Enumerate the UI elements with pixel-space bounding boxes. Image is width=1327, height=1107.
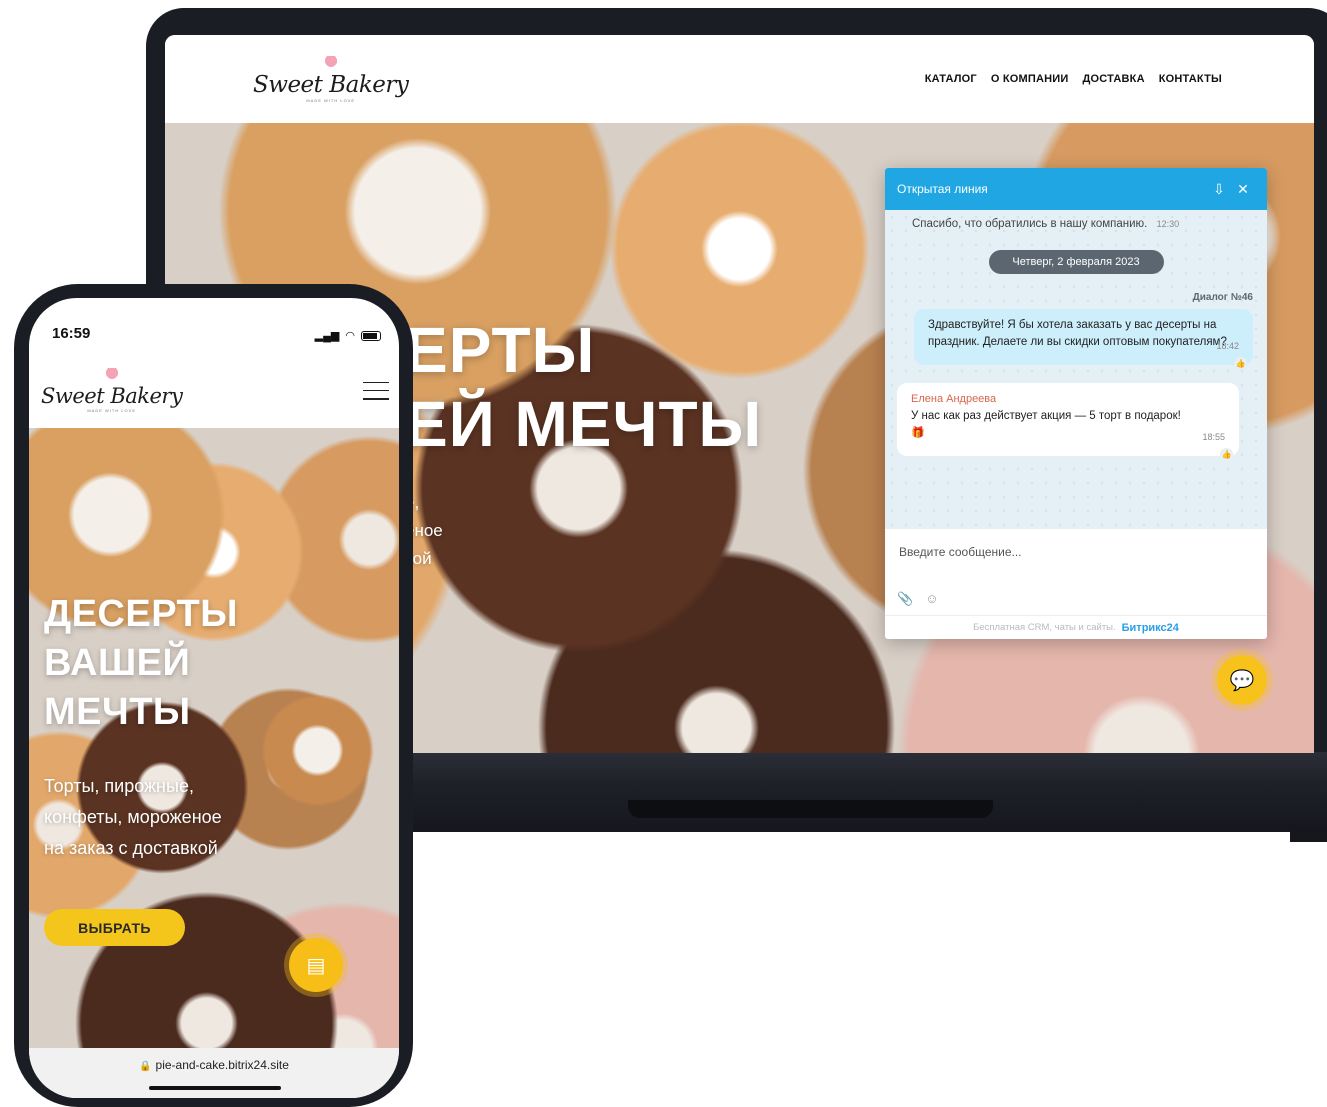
hero-subtitle-line: Торты, пирожные, bbox=[44, 776, 194, 796]
battery-icon bbox=[361, 330, 381, 341]
operator-name: Елена Андреева bbox=[911, 393, 997, 405]
address-bar[interactable]: 🔒 pie-and-cake.bitrix24.site bbox=[29, 1048, 399, 1098]
chat-footer: Бесплатная CRM, чаты и сайты. Битрикс24 bbox=[885, 615, 1267, 639]
client-message: Здравствуйте! Я бы хотела заказать у вас… bbox=[914, 309, 1253, 370]
laptop-notch bbox=[628, 800, 993, 818]
chat-title: Открытая линия bbox=[897, 182, 988, 196]
chat-bubbles-icon: 💬 bbox=[1229, 669, 1255, 692]
logo-tagline: MADE WITH LOVE bbox=[306, 97, 356, 103]
system-message: Спасибо, что обратились в нашу компанию.… bbox=[912, 218, 1253, 230]
logo-text: Sweet Bakery bbox=[41, 384, 183, 408]
chat-tools: 📎 ☺ bbox=[897, 591, 938, 607]
site-header: Sweet Bakery MADE WITH LOVE КАТАЛОГ О КО… bbox=[165, 35, 1314, 123]
choose-button[interactable]: ВЫБРАТЬ bbox=[44, 909, 185, 946]
message-input[interactable] bbox=[899, 545, 1253, 559]
chat-messages[interactable]: Спасибо, что обратились в нашу компанию.… bbox=[885, 210, 1267, 529]
nav-delivery[interactable]: ДОСТАВКА bbox=[1083, 73, 1145, 85]
client-message-text: Здравствуйте! Я бы хотела заказать у вас… bbox=[928, 319, 1227, 348]
operator-message-text: У нас как раз действует акция — 5 торт в… bbox=[911, 410, 1181, 422]
system-message-time: 12:30 bbox=[1156, 219, 1180, 229]
status-icons: ▂▄▆ ◠ bbox=[315, 329, 381, 342]
logo-tagline: MADE WITH LOVE bbox=[87, 408, 136, 413]
status-time: 16:59 bbox=[52, 325, 91, 342]
logo-text: Sweet Bakery bbox=[253, 71, 409, 98]
wifi-icon: ◠ bbox=[345, 330, 355, 342]
hero-title-line: МЕЧТЫ bbox=[44, 691, 191, 733]
system-message-text: Спасибо, что обратились в нашу компанию. bbox=[912, 218, 1148, 230]
download-icon[interactable]: ⇩ bbox=[1207, 181, 1231, 198]
hero-background: ДЕСЕРТЫ ВАШЕЙ МЕЧТЫ Торты, пирожные, кон… bbox=[29, 428, 399, 1048]
nav-catalog[interactable]: КАТАЛОГ bbox=[925, 73, 977, 85]
main-nav: КАТАЛОГ О КОМПАНИИ ДОСТАВКА КОНТАКТЫ bbox=[925, 73, 1222, 85]
bitrix24-logo[interactable]: Битрикс24 bbox=[1122, 622, 1179, 634]
chat-header: Открытая линия ⇩ ✕ bbox=[885, 168, 1267, 210]
operator-message: Елена Андреева У нас как раз действует а… bbox=[897, 383, 1239, 461]
hero-subtitle-line: на заказ с доставкой bbox=[44, 838, 218, 858]
operator-message-time: 18:55 bbox=[1202, 432, 1225, 442]
hero-title-line: ВАШЕЙ bbox=[44, 642, 191, 684]
client-message-time: 18:42 bbox=[1216, 341, 1239, 351]
chat-input-area: 📎 ☺ bbox=[885, 529, 1267, 615]
nav-contacts[interactable]: КОНТАКТЫ bbox=[1159, 73, 1222, 85]
chat-launcher-button[interactable]: ▤ bbox=[289, 938, 343, 992]
hero-title: ДЕСЕРТЫ ВАШЕЙ МЕЧТЫ bbox=[44, 590, 238, 737]
hero-title-line: ЕЙ МЕЧТЫ bbox=[405, 388, 763, 460]
nav-about[interactable]: О КОМПАНИИ bbox=[991, 73, 1069, 85]
site-logo[interactable]: Sweet Bakery MADE WITH LOVE bbox=[253, 55, 409, 103]
phone-screen: 16:59 ▂▄▆ ◠ Sweet Bakery MADE WITH LOVE … bbox=[29, 298, 399, 1098]
menu-icon[interactable] bbox=[363, 381, 389, 400]
cupcake-icon bbox=[105, 368, 118, 382]
laptop-foot bbox=[1290, 826, 1327, 842]
gift-icon: 🎁 bbox=[911, 427, 925, 439]
hero-title: ЕРТЫ ЕЙ МЕЧТЫ bbox=[405, 313, 762, 461]
emoji-icon[interactable]: ☺ bbox=[925, 591, 938, 607]
laptop-base bbox=[370, 752, 1327, 832]
home-indicator[interactable] bbox=[149, 1086, 281, 1090]
chat-launcher-button[interactable]: 💬 bbox=[1217, 655, 1267, 705]
like-icon[interactable]: 👍 bbox=[1234, 357, 1247, 370]
footer-text: Бесплатная CRM, чаты и сайты. bbox=[973, 622, 1116, 633]
document-icon: ▤ bbox=[306, 954, 326, 977]
phone-site-header: Sweet Bakery MADE WITH LOVE bbox=[29, 353, 399, 428]
date-separator: Четверг, 2 февраля 2023 bbox=[988, 250, 1164, 274]
open-line-chat-widget: Открытая линия ⇩ ✕ Спасибо, что обратили… bbox=[885, 168, 1267, 639]
close-icon[interactable]: ✕ bbox=[1231, 181, 1255, 198]
hero-subtitle-line: конфеты, мороженое bbox=[44, 807, 222, 827]
cupcake-icon bbox=[324, 55, 337, 70]
hero-subtitle: Торты, пирожные, конфеты, мороженое на з… bbox=[44, 771, 222, 864]
status-bar: 16:59 ▂▄▆ ◠ bbox=[29, 298, 399, 348]
like-icon[interactable]: 👍 bbox=[1220, 448, 1233, 461]
signal-icon: ▂▄▆ bbox=[314, 330, 340, 342]
hero-title-line: ЕРТЫ bbox=[405, 314, 596, 386]
lock-icon: 🔒 bbox=[139, 1061, 152, 1072]
site-logo[interactable]: Sweet Bakery MADE WITH LOVE bbox=[41, 368, 183, 413]
hero-title-line: ДЕСЕРТЫ bbox=[44, 593, 238, 635]
dialog-number: Диалог №46 bbox=[1192, 292, 1253, 303]
attach-icon[interactable]: 📎 bbox=[897, 591, 913, 607]
url-text: pie-and-cake.bitrix24.site bbox=[155, 1058, 289, 1072]
